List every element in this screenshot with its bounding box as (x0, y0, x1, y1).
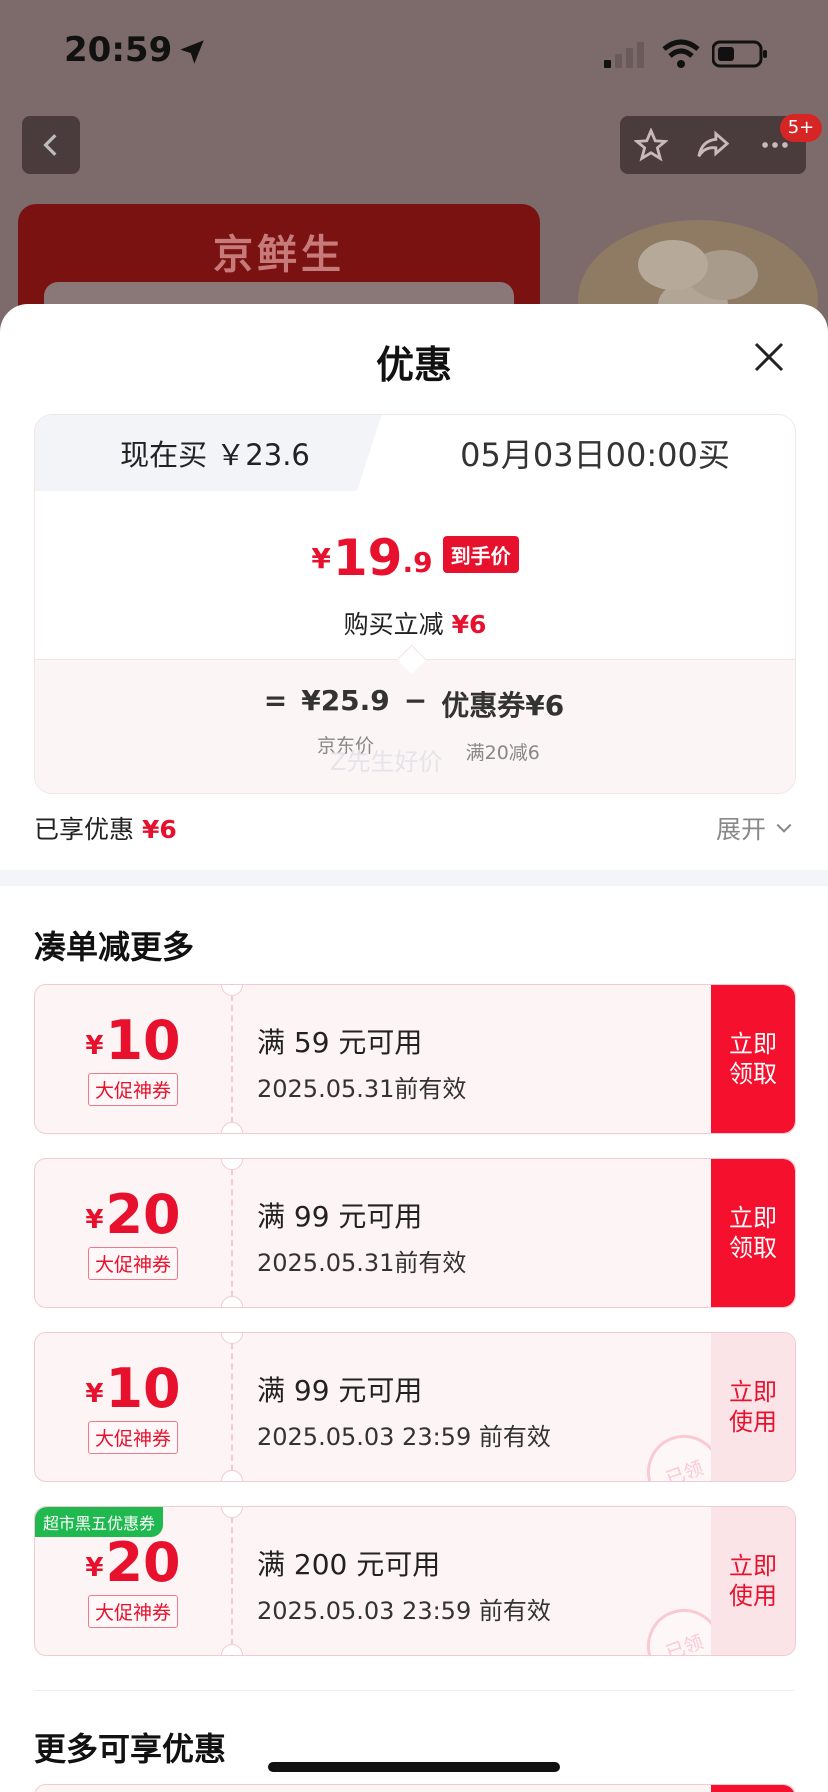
use-coupon-button[interactable]: 立即使用 (711, 1507, 795, 1655)
chevron-down-icon (776, 823, 792, 833)
coupon-card: ¥ 10 大促神券 满 99 元可用 2025.05.03 23:59 前有效 … (34, 1332, 796, 1482)
section-title-more: 凑单减更多 (34, 928, 195, 966)
claim-coupon-label: 立即领取 (729, 1030, 777, 1088)
final-price: ¥ 19 .9 到手价 (35, 533, 795, 583)
coupon-amount-value: 10 (105, 1008, 181, 1072)
coupon-tag: 大促神券 (87, 1594, 178, 1628)
discount-sheet: 优惠 现在买 ￥23.6 05月03日00:00买 ¥ 19 .9 到手价 购买… (0, 304, 828, 1792)
claim-coupon-button[interactable]: 立即领取 (711, 1159, 795, 1307)
back-button[interactable] (22, 116, 80, 174)
enjoyed-amount: ¥6 (141, 815, 177, 844)
coupon-card-partial (34, 1784, 796, 1792)
star-icon[interactable] (634, 128, 668, 162)
coupon-card: ¥ 20 大促神券 满 99 元可用 2025.05.31前有效 立即领取 (34, 1158, 796, 1308)
coupon-value-area: ¥ 20 大促神券 (35, 1159, 231, 1307)
tab-buy-later[interactable]: 05月03日00:00买 (395, 415, 795, 491)
top-action-group (620, 116, 806, 174)
coupon-condition: 满 99 元可用 (257, 1374, 423, 1407)
claim-coupon-button[interactable]: 立即领取 (711, 985, 795, 1133)
formula-equals: = (263, 684, 288, 717)
cellular-signal-icon (604, 42, 644, 68)
coupon-amount-value: 20 (105, 1182, 181, 1246)
coupon-currency: ¥ (85, 1030, 104, 1061)
claim-coupon-button[interactable] (711, 1785, 795, 1792)
coupon-expiry: 2025.05.03 23:59 前有效 (257, 1423, 551, 1451)
coupon-expiry: 2025.05.31前有效 (257, 1075, 467, 1103)
enjoyed-discount: 已享优惠 ¥6 (34, 810, 177, 846)
expand-label: 展开 (715, 815, 766, 844)
coupon-amount: ¥ 10 (85, 1356, 181, 1420)
use-coupon-label: 立即使用 (729, 1552, 777, 1610)
coupon-condition: 满 200 元可用 (257, 1548, 441, 1581)
section-divider-line (34, 1690, 794, 1691)
final-price-integer: 19 (332, 529, 403, 587)
background-page: 20:59 5+ 京鲜生 (0, 0, 828, 330)
final-price-decimal: .9 (402, 546, 433, 579)
coupon-tag: 大促神券 (87, 1246, 178, 1280)
coupon-card: 超市黑五优惠券 ¥ 20 大促神券 满 200 元可用 2025.05.03 2… (34, 1506, 796, 1656)
coupon-condition: 满 99 元可用 (257, 1200, 423, 1233)
coupon-tag: 大促神券 (87, 1072, 178, 1106)
coupon-notch (221, 1470, 243, 1481)
coupon-currency: ¥ (85, 1552, 104, 1583)
tab-buy-now[interactable]: 现在买 ￥23.6 (35, 415, 395, 491)
claim-coupon-label: 立即领取 (729, 1204, 777, 1262)
coupon-amount: ¥ 20 (85, 1530, 181, 1594)
home-indicator (268, 1762, 560, 1772)
banner-title: 京鲜生 (213, 232, 345, 278)
battery-icon (712, 40, 767, 68)
status-time: 20:59 (64, 30, 173, 70)
coupon-expiry: 2025.05.31前有效 (257, 1249, 467, 1277)
expand-button[interactable]: 展开 (716, 810, 794, 846)
notification-badge: 5+ (780, 114, 822, 142)
coupon-value-area: ¥ 10 大促神券 (35, 1333, 231, 1481)
coupon-value-area: ¥ 20 大促神券 (35, 1507, 231, 1655)
coupon-amount: ¥ 20 (85, 1182, 181, 1246)
coupon-amount-value: 20 (105, 1530, 181, 1594)
coupon-notch (221, 1296, 243, 1307)
coupon-expiry: 2025.05.03 23:59 前有效 (257, 1597, 551, 1625)
chevron-left-icon (43, 134, 57, 156)
coupon-value-area: ¥ 10 大促神券 (35, 985, 231, 1133)
instant-discount: 购买立减 ¥6 (35, 605, 795, 641)
enjoyed-label: 已享优惠 (34, 815, 135, 844)
coupon-amount-value: 10 (105, 1356, 181, 1420)
coupon-separator (231, 985, 233, 1133)
coupon-amount: ¥ 10 (85, 1008, 181, 1072)
formula-coupon: 优惠券¥6 满20减6 (441, 684, 564, 765)
coupon-value: 优惠券¥6 (441, 689, 565, 722)
coupon-separator (231, 1333, 233, 1481)
section-title-extra: 更多可享优惠 (34, 1730, 227, 1768)
coupon-condition: 满20减6 (465, 742, 540, 764)
location-arrow-icon (180, 40, 204, 64)
jd-price-value: ¥25.9 (301, 684, 390, 717)
share-icon[interactable] (696, 128, 730, 162)
use-coupon-label: 立即使用 (729, 1378, 777, 1436)
status-bar: 20:59 (0, 0, 828, 110)
coupon-currency: ¥ (85, 1378, 104, 1409)
watermark: Z先生好价 (330, 748, 443, 776)
coupon-separator (231, 1159, 233, 1307)
price-compare-card: 现在买 ￥23.6 05月03日00:00买 ¥ 19 .9 到手价 购买立减 … (34, 414, 796, 794)
coupon-condition: 满 59 元可用 (257, 1026, 423, 1059)
wifi-icon (662, 39, 700, 68)
coupon-notch (221, 1122, 243, 1133)
sheet-title: 优惠 (375, 343, 452, 387)
instant-discount-label: 购买立减 (343, 610, 444, 639)
close-icon[interactable] (748, 336, 790, 378)
coupon-tag: 大促神券 (87, 1420, 178, 1454)
coupon-card: ¥ 10 大促神券 满 59 元可用 2025.05.31前有效 立即领取 (34, 984, 796, 1134)
final-price-tag: 到手价 (442, 536, 519, 573)
coupon-notch (221, 1644, 243, 1655)
coupon-separator (231, 1507, 233, 1655)
final-price-currency: ¥ (311, 542, 331, 575)
instant-discount-amount: ¥6 (451, 610, 487, 639)
formula-minus: − (403, 684, 428, 717)
use-coupon-button[interactable]: 立即使用 (711, 1333, 795, 1481)
coupon-currency: ¥ (85, 1204, 104, 1235)
section-divider (0, 870, 828, 886)
